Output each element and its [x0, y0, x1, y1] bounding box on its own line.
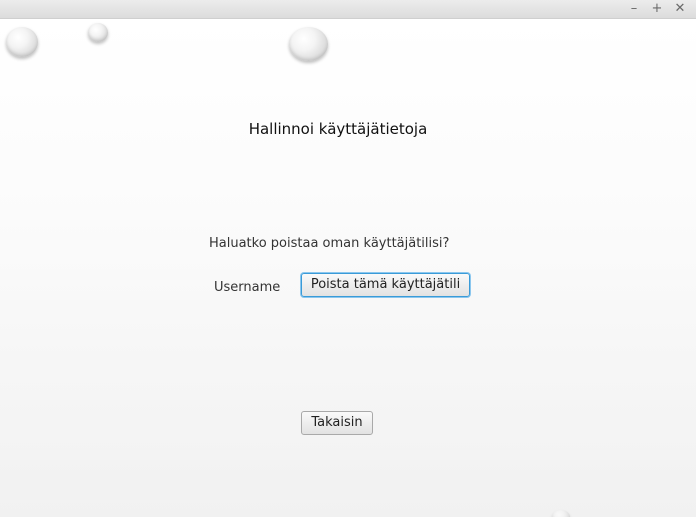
water-drop-decoration: [289, 27, 328, 61]
minimize-icon[interactable]: –: [625, 0, 643, 18]
username-label: Username: [214, 280, 281, 295]
back-button[interactable]: Takaisin: [301, 411, 373, 435]
water-drop-decoration: [552, 510, 570, 517]
page-title: Hallinnoi käyttäjätietoja: [248, 120, 428, 138]
window-titlebar[interactable]: – + ✕: [0, 0, 696, 19]
delete-account-question: Haluatko poistaa oman käyttäjätilisi?: [209, 236, 450, 251]
maximize-icon[interactable]: +: [648, 0, 666, 18]
water-drop-decoration: [6, 27, 38, 57]
main-panel: Hallinnoi käyttäjätietoja Haluatko poist…: [0, 19, 696, 517]
delete-account-button[interactable]: Poista tämä käyttäjätili: [301, 273, 470, 297]
water-drop-decoration: [88, 23, 108, 42]
close-icon[interactable]: ✕: [671, 0, 689, 18]
